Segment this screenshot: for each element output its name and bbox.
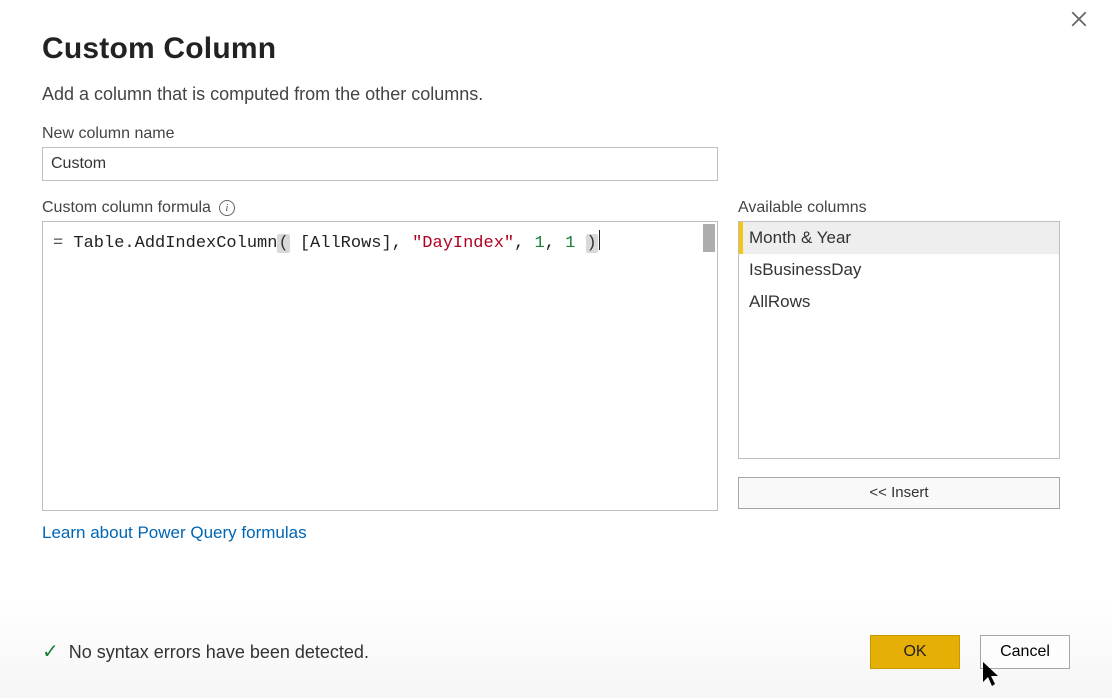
formula-editor[interactable]: = Table.AddIndexColumn( [AllRows], "DayI… bbox=[42, 221, 718, 511]
formula-label: Custom column formula bbox=[42, 199, 211, 217]
text-cursor bbox=[599, 230, 600, 250]
available-columns-list[interactable]: Month & Year IsBusinessDay AllRows bbox=[738, 221, 1060, 459]
column-name-input[interactable] bbox=[42, 147, 718, 181]
status-text: No syntax errors have been detected. bbox=[69, 642, 369, 663]
status-message: ✓ No syntax errors have been detected. bbox=[42, 642, 369, 663]
formula-arg1: [AllRows] bbox=[300, 234, 392, 253]
close-button[interactable] bbox=[1070, 10, 1094, 34]
available-column-item[interactable]: IsBusinessDay bbox=[739, 254, 1059, 286]
available-columns-label: Available columns bbox=[738, 199, 867, 217]
formula-fn: Table.AddIndexColumn bbox=[73, 234, 277, 253]
bottom-bar: ✓ No syntax errors have been detected. O… bbox=[0, 606, 1112, 698]
available-column-item[interactable]: Month & Year bbox=[739, 222, 1059, 254]
formula-close-paren: ) bbox=[586, 234, 598, 253]
formula-arg4: 1 bbox=[565, 234, 575, 253]
ok-button[interactable]: OK bbox=[870, 635, 960, 669]
checkmark-icon: ✓ bbox=[42, 642, 59, 662]
insert-button[interactable]: << Insert bbox=[738, 477, 1060, 509]
formula-equals: = bbox=[53, 234, 73, 253]
column-name-label: New column name bbox=[42, 125, 1070, 143]
custom-column-dialog: Custom Column Add a column that is compu… bbox=[0, 0, 1112, 698]
scrollbar-thumb[interactable] bbox=[703, 224, 715, 252]
formula-open-paren: ( bbox=[277, 234, 289, 253]
dialog-subtitle: Add a column that is computed from the o… bbox=[42, 84, 1070, 105]
formula-arg3: 1 bbox=[535, 234, 545, 253]
info-icon[interactable]: i bbox=[219, 200, 235, 216]
available-column-item[interactable]: AllRows bbox=[739, 286, 1059, 318]
formula-arg2: "DayIndex" bbox=[412, 234, 514, 253]
learn-link[interactable]: Learn about Power Query formulas bbox=[42, 523, 307, 543]
dialog-title: Custom Column bbox=[42, 32, 1070, 66]
cancel-button[interactable]: Cancel bbox=[980, 635, 1070, 669]
close-icon bbox=[1070, 10, 1088, 28]
